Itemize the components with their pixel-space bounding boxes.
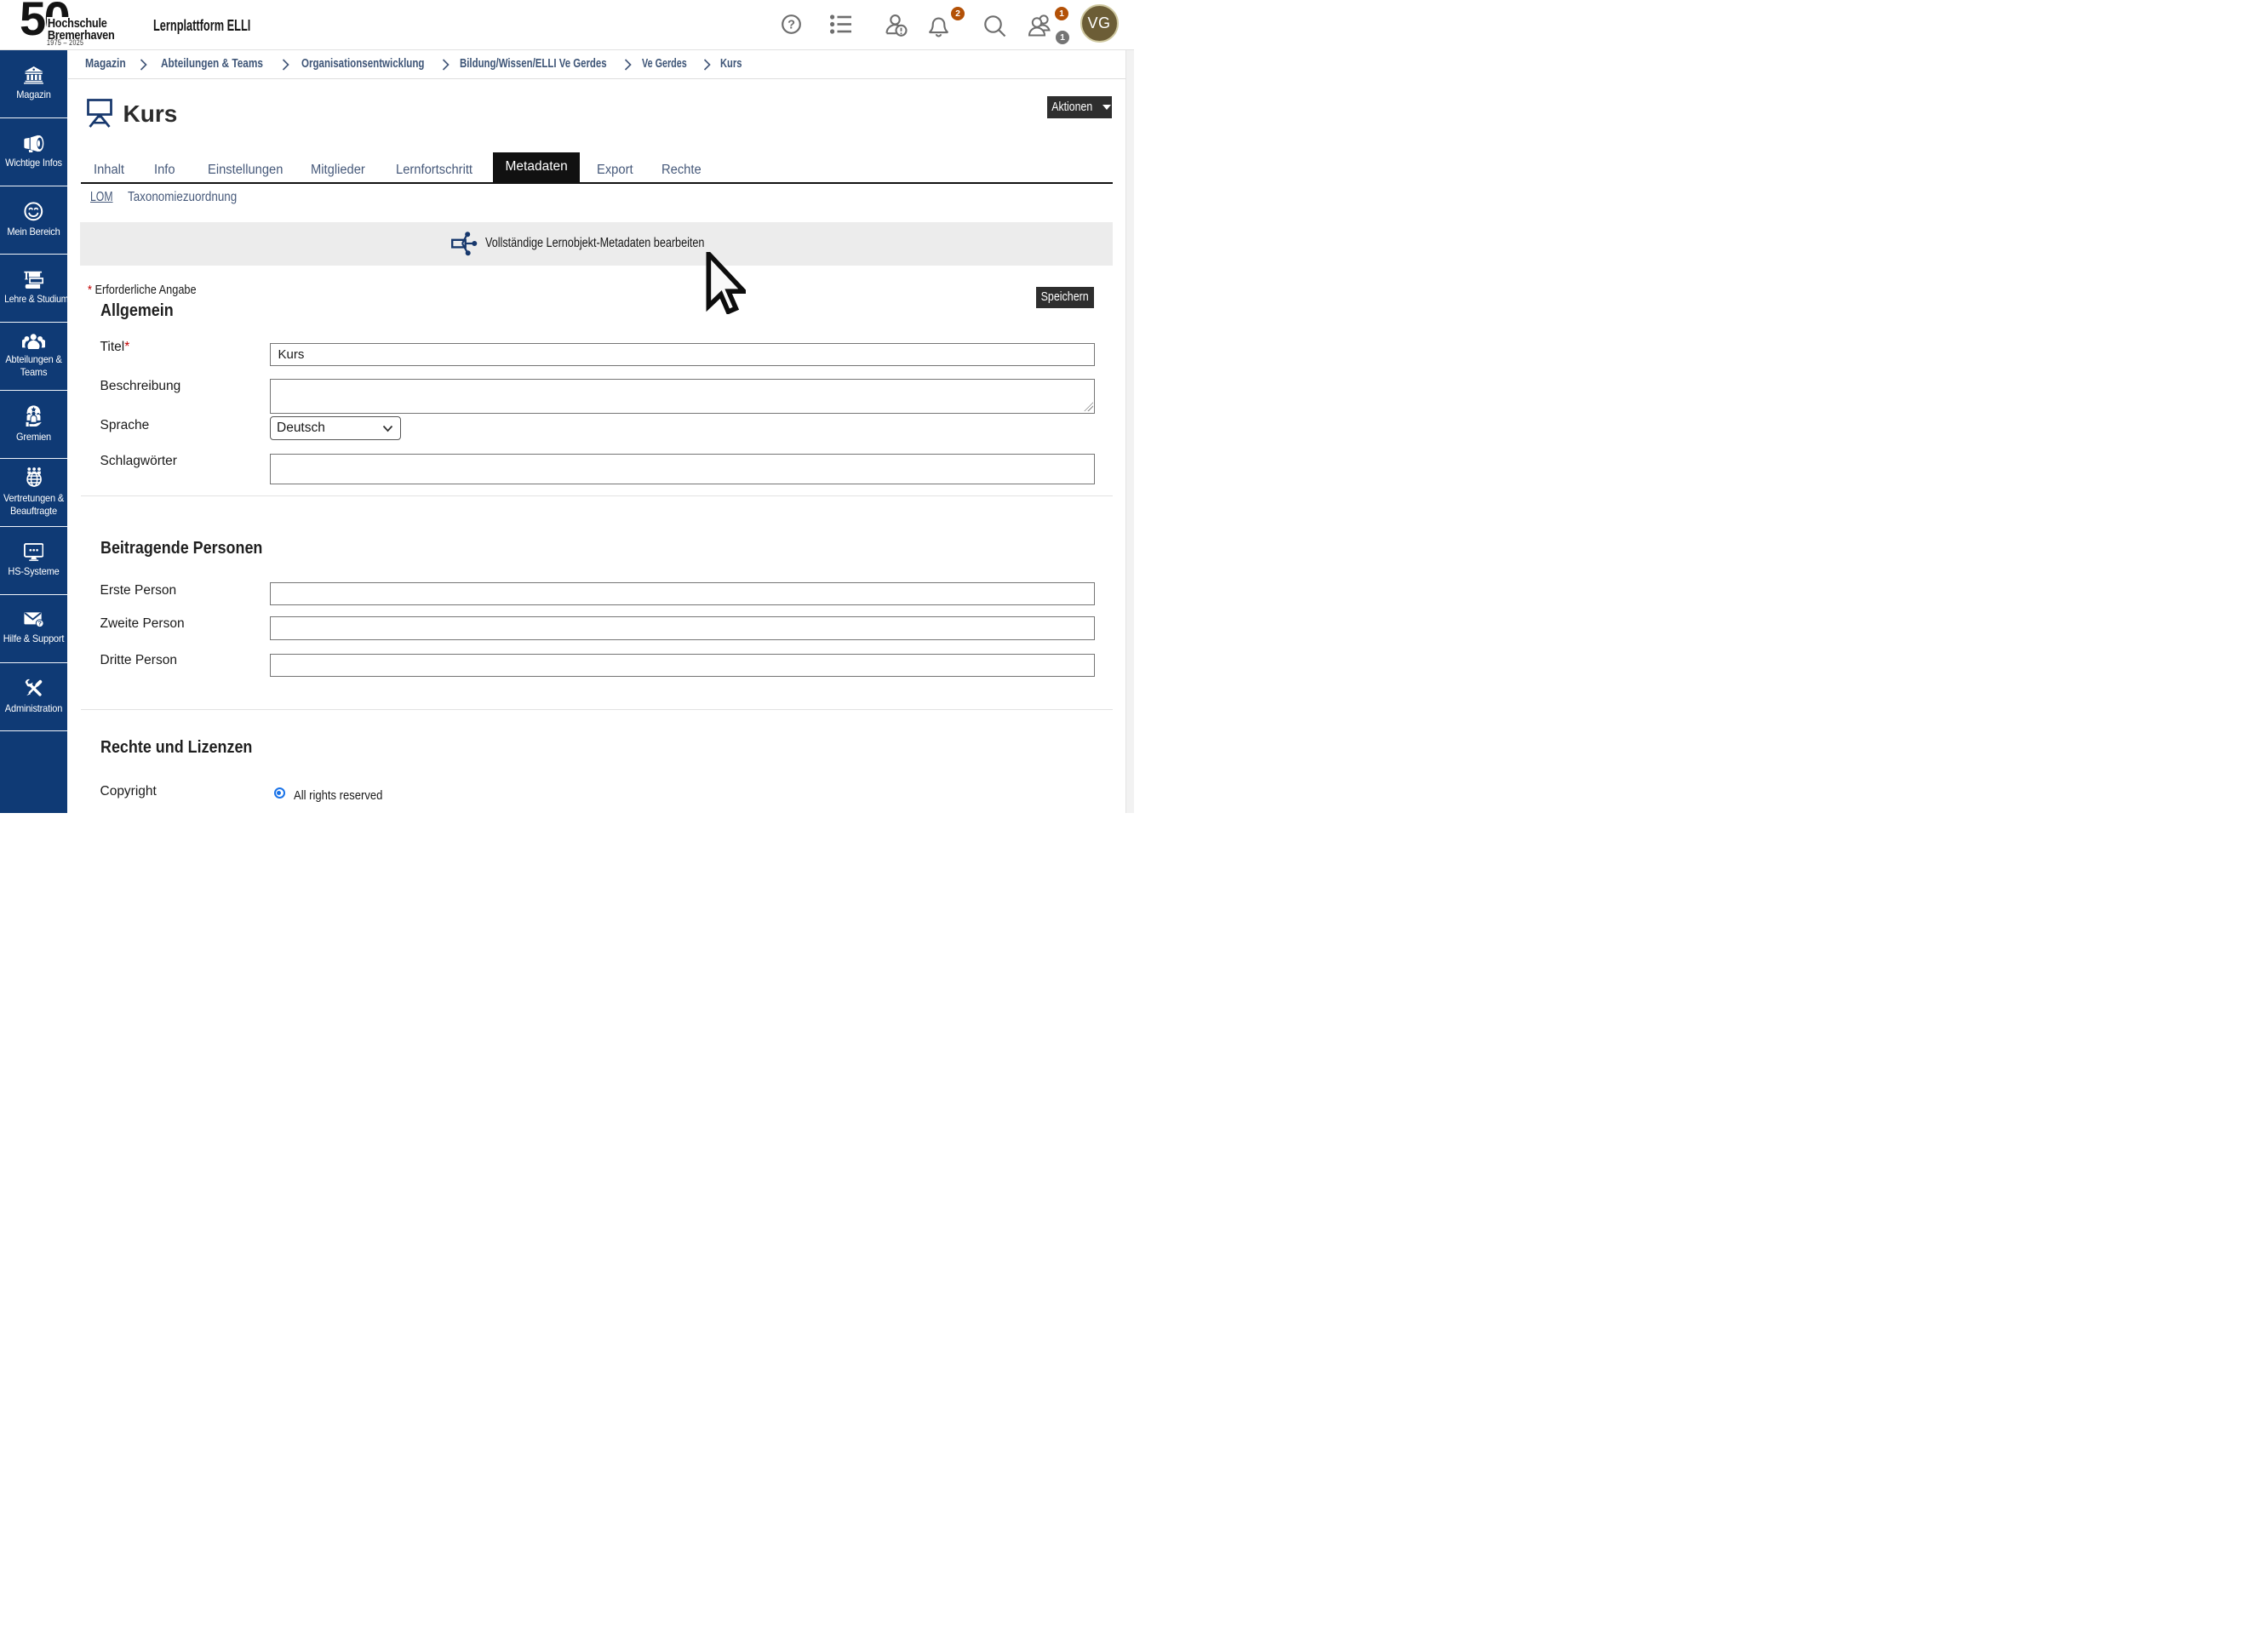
svg-text:?: ?: [788, 19, 795, 32]
svg-text:?: ?: [37, 620, 42, 627]
